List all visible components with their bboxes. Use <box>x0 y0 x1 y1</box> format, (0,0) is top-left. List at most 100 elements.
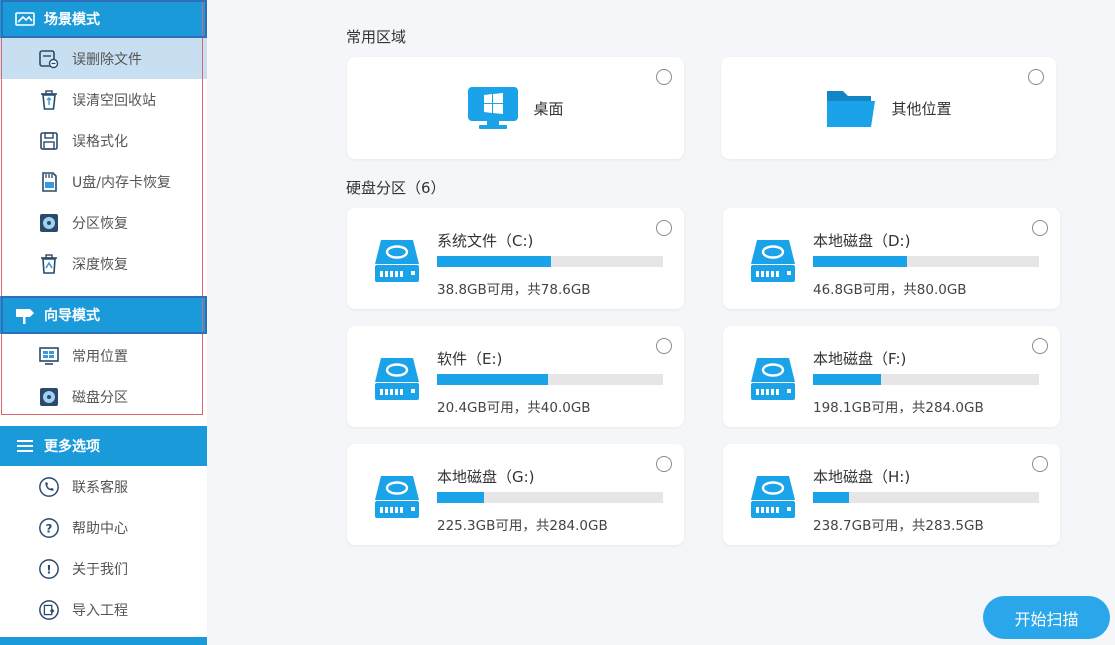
scene-mode-header[interactable]: 场景模式 <box>0 0 207 38</box>
desktop-icon <box>467 86 519 130</box>
nav-item-label: 误删除文件 <box>72 51 142 68</box>
nav-item-label: 导入工程 <box>72 602 128 619</box>
hard-drive-icon <box>749 474 797 520</box>
drive-card[interactable]: 本地磁盘（F:) 198.1GB可用，共284.0GB <box>723 326 1060 427</box>
usage-bar-fill <box>813 374 882 385</box>
common-area-title: 常用区域 <box>346 28 407 46</box>
select-radio[interactable] <box>1032 338 1048 354</box>
select-radio[interactable] <box>656 338 672 354</box>
nav-item-disk-partition[interactable]: 磁盘分区 <box>0 376 207 417</box>
nav-item-label: 帮助中心 <box>72 520 128 537</box>
location-card-other[interactable]: 其他位置 <box>721 57 1056 159</box>
hard-drive-icon <box>749 238 797 284</box>
more-options-title: 更多选项 <box>44 439 100 455</box>
select-radio[interactable] <box>1028 69 1044 85</box>
drive-capacity: 38.8GB可用，共78.6GB <box>437 282 591 298</box>
drive-capacity: 225.3GB可用，共284.0GB <box>437 518 608 534</box>
scene-mode-icon <box>14 10 36 28</box>
nav-item-partition[interactable]: 分区恢复 <box>0 202 207 243</box>
usage-bar-fill <box>437 492 484 503</box>
deleted-file-icon <box>38 48 60 70</box>
drive-capacity: 238.7GB可用，共283.5GB <box>813 518 984 534</box>
recycle-bin-icon <box>38 89 60 111</box>
scene-mode-title: 场景模式 <box>44 12 100 28</box>
menu-icon <box>14 437 36 455</box>
help-icon: ? <box>38 517 60 539</box>
signpost-icon <box>14 306 36 324</box>
usage-bar-fill <box>813 256 907 267</box>
nav-item-about-us[interactable]: ! 关于我们 <box>0 548 207 589</box>
nav-item-label: 误清空回收站 <box>72 92 156 109</box>
drive-card[interactable]: 软件（E:) 20.4GB可用，共40.0GB <box>347 326 684 427</box>
info-icon: ! <box>38 558 60 580</box>
nav-item-recycle-bin[interactable]: 误清空回收站 <box>0 79 207 120</box>
sd-card-icon <box>38 171 60 193</box>
usage-bar <box>813 492 1039 503</box>
nav-item-deep-recovery[interactable]: 深度恢复 <box>0 243 207 284</box>
nav-item-common-location[interactable]: 常用位置 <box>0 335 207 376</box>
nav-item-usb-card[interactable]: U盘/内存卡恢复 <box>0 161 207 202</box>
nav-item-label: 深度恢复 <box>72 256 128 273</box>
nav-item-label: 误格式化 <box>72 133 128 150</box>
drive-capacity: 46.8GB可用，共80.0GB <box>813 282 967 298</box>
nav-item-label: 关于我们 <box>72 561 128 578</box>
guide-mode-header[interactable]: 向导模式 <box>0 296 207 334</box>
drive-name: 本地磁盘（G:) <box>437 468 535 486</box>
nav-item-label: U盘/内存卡恢复 <box>72 174 171 191</box>
usage-bar <box>437 256 663 267</box>
drive-card[interactable]: 本地磁盘（D:) 46.8GB可用，共80.0GB <box>723 208 1060 309</box>
select-radio[interactable] <box>656 456 672 472</box>
drive-name: 本地磁盘（F:) <box>813 350 907 368</box>
usage-bar <box>813 374 1039 385</box>
drive-capacity: 20.4GB可用，共40.0GB <box>437 400 591 416</box>
select-radio[interactable] <box>656 69 672 85</box>
more-options-section: 更多选项 联系客服 ? 帮助中心 ! 关于我们 导入工程 <box>0 426 207 630</box>
usage-bar <box>813 256 1039 267</box>
usage-bar <box>437 374 663 385</box>
hard-drive-icon <box>373 356 421 402</box>
nav-item-contact-service[interactable]: 联系客服 <box>0 466 207 507</box>
hard-drive-icon <box>373 238 421 284</box>
drive-card[interactable]: 本地磁盘（G:) 225.3GB可用，共284.0GB <box>347 444 684 545</box>
hard-drive-icon <box>749 356 797 402</box>
drive-card[interactable]: 本地磁盘（H:) 238.7GB可用，共283.5GB <box>723 444 1060 545</box>
guide-mode-title: 向导模式 <box>44 308 100 324</box>
sidebar: 场景模式 误删除文件 误清空回收站 误格式化 U盘/内存卡恢复 分区恢复 深度恢… <box>0 0 207 645</box>
windows-location-icon <box>38 345 60 367</box>
hard-drive-icon <box>373 474 421 520</box>
drive-name: 系统文件（C:) <box>437 232 534 250</box>
more-options-header[interactable]: 更多选项 <box>0 426 207 466</box>
nav-item-label: 磁盘分区 <box>72 389 128 406</box>
disk-partition-icon <box>38 386 60 408</box>
sidebar-bottom-strip <box>0 637 207 645</box>
import-project-icon <box>38 599 60 621</box>
phone-icon <box>38 476 60 498</box>
svg-text:?: ? <box>46 521 53 535</box>
location-card-desktop[interactable]: 桌面 <box>347 57 684 159</box>
nav-item-label: 分区恢复 <box>72 215 128 232</box>
select-radio[interactable] <box>1032 456 1048 472</box>
select-radio[interactable] <box>656 220 672 236</box>
folder-icon <box>825 86 877 130</box>
select-radio[interactable] <box>1032 220 1048 236</box>
drive-card[interactable]: 系统文件（C:) 38.8GB可用，共78.6GB <box>347 208 684 309</box>
usage-bar-fill <box>437 256 552 267</box>
drive-name: 本地磁盘（D:) <box>813 232 911 250</box>
deep-recovery-icon <box>38 253 60 275</box>
partitions-title: 硬盘分区（6） <box>346 179 446 197</box>
usage-bar-fill <box>813 492 849 503</box>
location-label: 其他位置 <box>891 99 952 118</box>
usage-bar-fill <box>437 374 548 385</box>
nav-item-import-project[interactable]: 导入工程 <box>0 589 207 630</box>
nav-item-label: 联系客服 <box>72 479 128 496</box>
usage-bar <box>437 492 663 503</box>
nav-item-help-center[interactable]: ? 帮助中心 <box>0 507 207 548</box>
nav-item-format[interactable]: 误格式化 <box>0 120 207 161</box>
start-scan-button[interactable]: 开始扫描 <box>983 596 1110 639</box>
format-disk-icon <box>38 130 60 152</box>
location-label: 桌面 <box>533 99 564 118</box>
svg-text:!: ! <box>46 562 51 576</box>
nav-item-label: 常用位置 <box>72 348 128 365</box>
nav-item-deleted-file[interactable]: 误删除文件 <box>0 38 207 79</box>
drive-capacity: 198.1GB可用，共284.0GB <box>813 400 984 416</box>
